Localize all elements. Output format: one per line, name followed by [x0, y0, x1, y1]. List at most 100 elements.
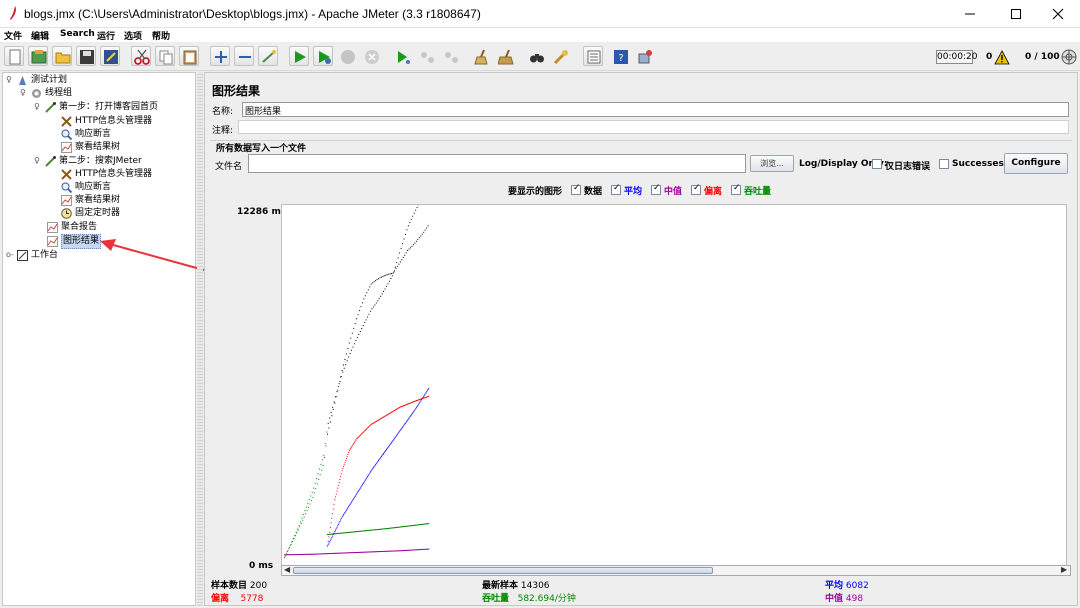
point-data [351, 349, 352, 351]
point-average [366, 477, 368, 479]
successes-checkbox[interactable] [939, 159, 949, 169]
expand-all-button[interactable] [210, 46, 230, 66]
remote-start-button[interactable] [392, 46, 412, 66]
point-average [345, 509, 347, 511]
point-data [384, 288, 386, 290]
templates-button[interactable] [28, 46, 48, 66]
point-average [357, 491, 359, 493]
tools-button[interactable] [634, 46, 654, 66]
show-throughput-checkbox[interactable] [731, 183, 741, 195]
maximize-button[interactable] [994, 0, 1038, 28]
tree-toggle-plan[interactable]: ♀ [6, 75, 12, 84]
point-data [366, 292, 368, 294]
point-deviation [347, 454, 349, 455]
filename-field[interactable] [248, 154, 746, 173]
scroll-left-arrow[interactable]: ◀ [284, 565, 290, 574]
copy-button[interactable] [155, 46, 175, 66]
point-average [348, 505, 350, 506]
point-data [337, 386, 339, 388]
point-deviation [333, 503, 335, 505]
point-average [396, 434, 398, 436]
show-average-checkbox[interactable] [611, 183, 621, 195]
scroll-right-arrow[interactable]: ▶ [1061, 565, 1067, 574]
point-average [359, 488, 361, 490]
point-deviation [351, 446, 352, 448]
point-deviation [343, 464, 345, 466]
toggle-button[interactable] [258, 46, 278, 66]
point-average [394, 436, 396, 438]
point-average [367, 476, 369, 478]
menu-edit[interactable]: 编辑 [31, 29, 49, 42]
menu-run[interactable]: 运行 [97, 29, 115, 42]
open-button[interactable] [52, 46, 72, 66]
point-data [399, 252, 401, 254]
configure-button[interactable]: Configure [1004, 153, 1068, 174]
point-data [403, 238, 405, 240]
start-button[interactable] [289, 46, 309, 66]
graph-horizontal-scrollbar[interactable]: ◀ ▶ [281, 565, 1071, 576]
paste-button[interactable] [179, 46, 199, 66]
start-no-pause-button[interactable] [313, 46, 333, 66]
warning-icon[interactable] [994, 50, 1010, 65]
point-data [383, 275, 385, 277]
remote-shutdown-button[interactable] [440, 46, 460, 66]
menu-options[interactable]: 选项 [124, 29, 142, 42]
name-field[interactable]: 图形结果 [242, 102, 1069, 117]
point-data [324, 456, 326, 458]
point-data [367, 316, 369, 318]
help-button[interactable]: ? [610, 46, 630, 66]
point-average [361, 485, 363, 487]
point-average [369, 472, 371, 474]
point-data [342, 371, 344, 373]
tree-toggle-step2[interactable]: ♀ [34, 156, 40, 165]
plus-icon [215, 51, 227, 63]
menu-search[interactable]: Search [60, 29, 95, 39]
stop-button[interactable] [337, 46, 357, 66]
collapse-all-button[interactable] [234, 46, 254, 66]
active-threads: 0 / 100 [1025, 52, 1060, 62]
series-throughput [327, 523, 430, 535]
search-button[interactable] [526, 46, 546, 66]
errors-only-checkbox[interactable] [872, 159, 882, 169]
remote-stop-button[interactable] [416, 46, 436, 66]
point-data [375, 280, 377, 282]
point-average [383, 453, 385, 454]
point-average [398, 431, 400, 433]
tree-toggle-thread-group[interactable]: ♀ [20, 88, 26, 97]
browse-button[interactable]: 浏览... [750, 155, 794, 172]
minimize-button[interactable] [948, 0, 992, 28]
point-data [353, 343, 355, 345]
point-average [372, 467, 374, 469]
magnifier-icon [61, 182, 72, 193]
splitter[interactable] [197, 72, 203, 606]
comment-field[interactable] [238, 120, 1069, 134]
show-deviation-checkbox[interactable] [691, 183, 701, 195]
reset-search-button[interactable] [550, 46, 570, 66]
point-data [364, 295, 366, 297]
broom-icon [474, 49, 488, 65]
tree-toggle-workbench[interactable]: o- [6, 250, 14, 259]
shutdown-button[interactable] [361, 46, 381, 66]
menu-help[interactable]: 帮助 [152, 29, 170, 42]
tree-toggle-step1[interactable]: ♀ [34, 102, 40, 111]
point-data [355, 340, 357, 341]
save-button[interactable] [76, 46, 96, 66]
show-data-checkbox[interactable] [571, 183, 581, 195]
point-data [293, 538, 295, 540]
menu-file[interactable]: 文件 [4, 29, 22, 42]
point-data [407, 250, 409, 251]
function-helper-button[interactable] [583, 46, 603, 66]
point-average [353, 498, 355, 500]
clear-all-button[interactable] [495, 46, 515, 66]
scroll-thumb[interactable] [293, 567, 713, 574]
close-button[interactable] [1036, 0, 1080, 28]
point-data [324, 443, 326, 445]
show-median-checkbox[interactable] [651, 183, 661, 195]
point-data [321, 459, 323, 461]
save-as-button[interactable] [100, 46, 120, 66]
point-deviation [334, 499, 336, 501]
new-button[interactable] [4, 46, 24, 66]
cut-button[interactable] [131, 46, 151, 66]
point-average [371, 469, 373, 471]
clear-button[interactable] [471, 46, 491, 66]
